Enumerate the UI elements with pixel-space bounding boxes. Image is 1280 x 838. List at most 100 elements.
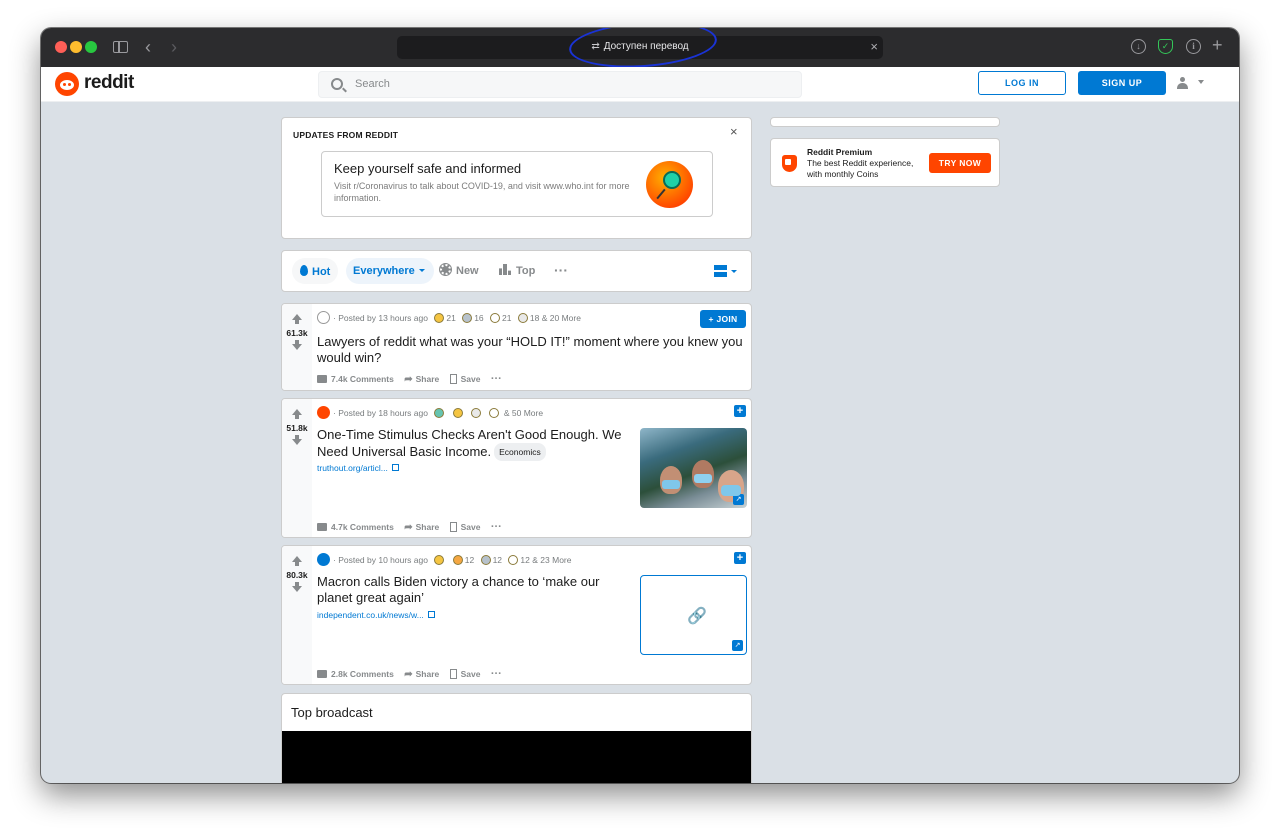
- info-icon[interactable]: i: [1186, 39, 1201, 54]
- post-thumbnail[interactable]: 🔗 ↗: [640, 575, 747, 655]
- broadcast-video[interactable]: [282, 731, 751, 783]
- subreddit-icon[interactable]: [317, 406, 330, 419]
- comment-icon: [317, 523, 327, 531]
- sidebar-toggle-icon[interactable]: [113, 41, 128, 53]
- update-item[interactable]: Keep yourself safe and informed Visit r/…: [321, 151, 713, 217]
- downvote-icon[interactable]: [292, 435, 302, 445]
- vote-count: 61.3k: [286, 328, 308, 338]
- award-icon: [480, 555, 491, 565]
- downvote-icon[interactable]: [292, 340, 302, 350]
- save-icon: [449, 374, 457, 384]
- post-card[interactable]: 51.8k · Posted by 18 hours ago & 50 More…: [281, 398, 752, 538]
- reddit-logo-text[interactable]: reddit: [84, 72, 134, 94]
- close-window-button[interactable]: [55, 41, 67, 53]
- comments-button[interactable]: 2.8k Comments: [317, 669, 394, 679]
- address-text-container: ⇄ Доступен перевод: [397, 41, 883, 52]
- save-button[interactable]: Save: [449, 374, 480, 384]
- user-icon[interactable]: [1177, 77, 1188, 89]
- external-link-icon: [391, 464, 399, 471]
- upvote-icon[interactable]: [292, 409, 302, 419]
- award-icon: [517, 313, 528, 323]
- post-thumbnail[interactable]: ↗: [640, 428, 747, 508]
- shield-icon[interactable]: ✓: [1158, 39, 1173, 54]
- vote-count: 80.3k: [286, 570, 308, 580]
- comments-button[interactable]: 7.4k Comments: [317, 374, 394, 384]
- post-more-button[interactable]: ···: [491, 668, 502, 680]
- post-title[interactable]: One-Time Stimulus Checks Aren't Good Eno…: [317, 427, 627, 461]
- join-plus-button[interactable]: +: [734, 405, 746, 417]
- pin-icon: [646, 161, 693, 208]
- sort-bar: Hot Everywhere New Top ···: [281, 250, 752, 292]
- chevron-down-icon[interactable]: [1198, 80, 1204, 84]
- update-body: Visit r/Coronavirus to talk about COVID-…: [334, 181, 630, 203]
- vote-column: 51.8k: [282, 399, 312, 537]
- sort-hot-tab[interactable]: Hot: [292, 258, 339, 284]
- login-button[interactable]: LOG IN: [978, 71, 1066, 95]
- signup-button[interactable]: SIGN UP: [1078, 71, 1166, 95]
- caret-down-icon: [418, 269, 425, 272]
- share-icon: ➦: [404, 522, 413, 533]
- address-bar[interactable]: ⇄ Доступен перевод ×: [397, 36, 883, 59]
- save-button[interactable]: Save: [449, 669, 480, 679]
- new-tab-icon[interactable]: +: [1212, 35, 1223, 56]
- post-meta: · Posted by 13 hours ago 21 16 21 18 & 2…: [317, 311, 581, 324]
- browser-window: ‹ › ⇄ Доступен перевод × ↓ ✓ i + reddit L…: [41, 28, 1239, 783]
- sort-top-tab[interactable]: Top: [499, 264, 535, 277]
- minimize-window-button[interactable]: [70, 41, 82, 53]
- award-icon: [471, 408, 482, 418]
- share-button[interactable]: ➦ Share: [404, 374, 439, 385]
- search-icon: [331, 78, 343, 90]
- save-button[interactable]: Save: [449, 522, 480, 532]
- share-button[interactable]: ➦ Share: [404, 522, 439, 533]
- translate-icon[interactable]: ⇄: [591, 41, 599, 52]
- post-card[interactable]: 61.3k · Posted by 13 hours ago 21 16 21 …: [281, 303, 752, 391]
- browser-toolbar: ‹ › ⇄ Доступен перевод × ↓ ✓ i +: [41, 28, 1239, 73]
- post-actions: 4.7k Comments ➦ Share Save ···: [317, 521, 502, 533]
- search-box[interactable]: [318, 71, 802, 98]
- sort-new-tab[interactable]: New: [439, 263, 479, 277]
- share-icon: ➦: [404, 669, 413, 680]
- award-icon: [462, 313, 473, 323]
- location-dropdown[interactable]: Everywhere: [346, 258, 434, 284]
- post-card[interactable]: 80.3k · Posted by 10 hours ago 12 12 12 …: [281, 545, 752, 685]
- award-icon: [490, 313, 501, 323]
- back-icon[interactable]: ‹: [145, 38, 151, 56]
- zoom-window-button[interactable]: [85, 41, 97, 53]
- vote-column: 61.3k: [282, 304, 312, 390]
- card-view-icon[interactable]: [714, 265, 727, 277]
- comment-icon: [317, 670, 327, 678]
- more-options-button[interactable]: ···: [554, 262, 568, 278]
- address-close-icon[interactable]: ×: [870, 39, 878, 54]
- broadcast-card: Top broadcast: [281, 693, 752, 783]
- comments-button[interactable]: 4.7k Comments: [317, 522, 394, 532]
- save-icon: [449, 522, 457, 532]
- post-actions: 7.4k Comments ➦ Share Save ···: [317, 373, 502, 385]
- upvote-icon[interactable]: [292, 314, 302, 324]
- post-more-button[interactable]: ···: [491, 521, 502, 533]
- upvote-icon[interactable]: [292, 556, 302, 566]
- search-input[interactable]: [355, 78, 755, 90]
- reddit-logo-icon[interactable]: [55, 72, 79, 96]
- close-icon[interactable]: ×: [730, 124, 738, 139]
- post-link[interactable]: truthout.org/articl...: [317, 463, 399, 473]
- subreddit-icon[interactable]: [317, 311, 330, 324]
- award-icon: [434, 408, 445, 418]
- post-meta: · Posted by 10 hours ago 12 12 12 & 23 M…: [317, 553, 571, 566]
- forward-icon[interactable]: ›: [171, 38, 177, 56]
- vote-column: 80.3k: [282, 546, 312, 684]
- post-flair[interactable]: Economics: [494, 443, 546, 461]
- post-more-button[interactable]: ···: [491, 373, 502, 385]
- post-link[interactable]: independent.co.uk/news/w...: [317, 610, 435, 620]
- join-plus-button[interactable]: +: [734, 552, 746, 564]
- vote-count: 51.8k: [286, 423, 308, 433]
- downvote-icon[interactable]: [292, 582, 302, 592]
- subreddit-icon[interactable]: [317, 553, 330, 566]
- try-now-button[interactable]: TRY NOW: [929, 153, 991, 173]
- download-icon[interactable]: ↓: [1131, 39, 1146, 54]
- share-button[interactable]: ➦ Share: [404, 669, 439, 680]
- post-title[interactable]: Macron calls Biden victory a chance to ‘…: [317, 574, 627, 606]
- post-title[interactable]: Lawyers of reddit what was your “HOLD IT…: [317, 334, 747, 366]
- view-caret-icon[interactable]: [731, 270, 737, 273]
- join-button[interactable]: + JOIN: [700, 310, 746, 328]
- premium-title: Reddit Premium: [807, 147, 873, 157]
